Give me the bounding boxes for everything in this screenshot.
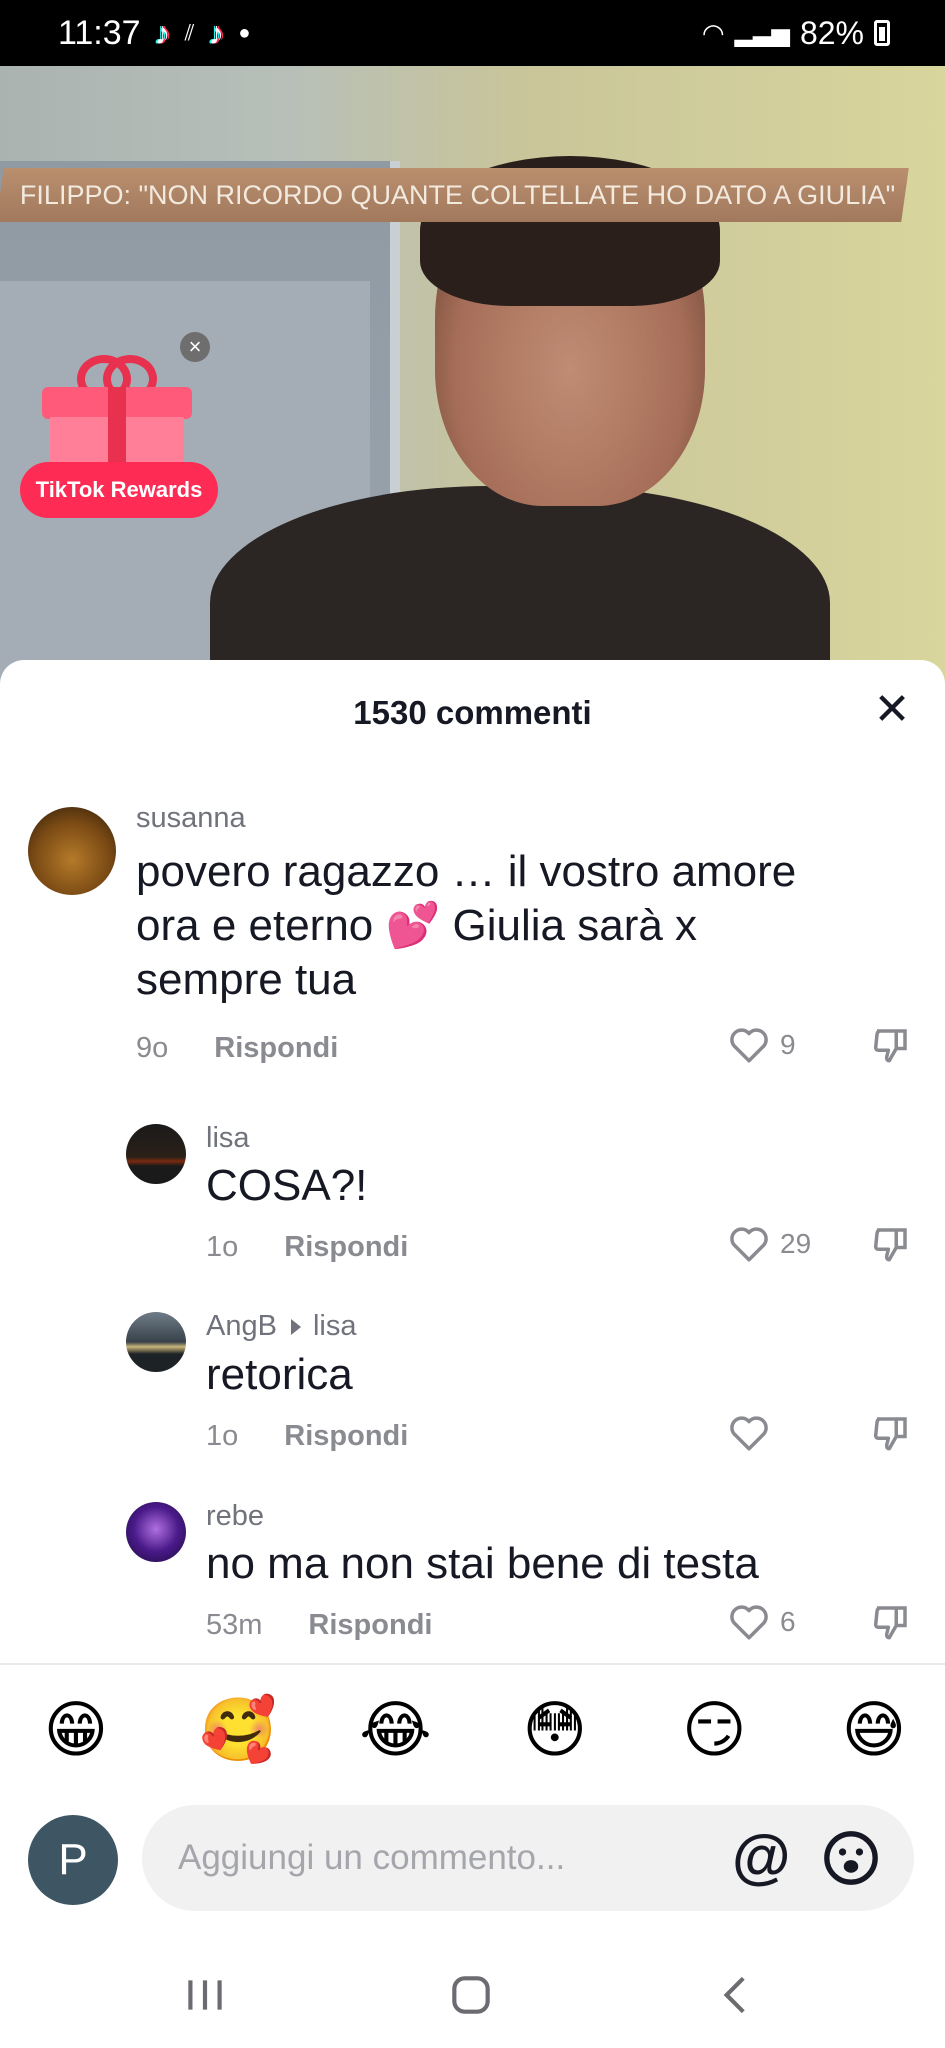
notification-dot-icon: ● xyxy=(238,21,251,44)
emoji-picker-icon[interactable] xyxy=(822,1829,880,1887)
comment-username[interactable]: susanna xyxy=(136,802,246,835)
battery-percent: 82% xyxy=(799,14,864,51)
comment-time: 1o xyxy=(206,1231,239,1263)
status-left: 11:37 ♪ ⫽ ♪ ● xyxy=(58,14,250,53)
recent-apps-icon[interactable] xyxy=(180,1970,230,2020)
comment-time: 1o xyxy=(206,1420,239,1452)
like-count: 29 xyxy=(780,1228,812,1259)
like-count: 9 xyxy=(780,1029,796,1060)
emoji-quick-bar: 😁 🥰 😂 😳 😏 😅 xyxy=(40,1695,910,1767)
emoji-flushed-button[interactable]: 😳 xyxy=(519,1695,591,1767)
system-nav-bar xyxy=(0,1930,945,2048)
signal-wave-icon: ⫽ xyxy=(184,20,195,45)
tiktok-icon: ♪ xyxy=(154,14,171,51)
tiktok-rewards-widget[interactable]: × TikTok Rewards xyxy=(20,330,220,530)
like-button[interactable]: 9 xyxy=(728,1025,796,1065)
comment-text-line: ora e eterno 💕 Giulia sarà x xyxy=(136,901,698,950)
rewards-label[interactable]: TikTok Rewards xyxy=(20,462,218,518)
dislike-icon[interactable] xyxy=(870,1412,912,1454)
heart-icon xyxy=(730,1227,768,1262)
close-comments-button[interactable]: ✕ xyxy=(872,688,912,732)
reply-button[interactable]: Rispondi xyxy=(214,1032,338,1065)
comment-meta: 1o Rispondi xyxy=(206,1231,408,1264)
avatar[interactable] xyxy=(126,1124,186,1184)
comments-count-title: 1530 commenti xyxy=(353,694,592,731)
battery-icon xyxy=(874,20,890,46)
comment-username-text[interactable]: AngB xyxy=(206,1310,277,1342)
avatar[interactable] xyxy=(28,807,116,895)
cell-signal-icon: ▂▃▅ xyxy=(734,19,790,47)
avatar[interactable] xyxy=(126,1502,186,1562)
like-button[interactable] xyxy=(728,1413,780,1453)
comment-meta: 1o Rispondi xyxy=(206,1420,408,1453)
comment-username[interactable]: rebe xyxy=(206,1500,264,1533)
video-person-body xyxy=(210,486,830,686)
comment-text: retorica xyxy=(206,1350,353,1399)
comment-time: 53m xyxy=(206,1609,263,1641)
comment-text: COSA?! xyxy=(206,1161,368,1210)
status-right: ◠ ▂▃▅ 82% xyxy=(702,15,890,52)
wifi-icon: ◠ xyxy=(701,17,725,48)
comment-text-line: sempre tua xyxy=(136,955,357,1004)
news-banner-text: FILIPPO: "NON RICORDO QUANTE COLTELLATE … xyxy=(20,179,896,210)
dislike-icon[interactable] xyxy=(870,1601,912,1643)
rewards-close-button[interactable]: × xyxy=(180,332,210,362)
tiktok-icon: ♪ xyxy=(208,14,225,51)
reply-button[interactable]: Rispondi xyxy=(284,1420,408,1453)
comment-time: 9o xyxy=(136,1032,169,1064)
back-icon[interactable] xyxy=(712,1970,762,2020)
avatar[interactable] xyxy=(126,1312,186,1372)
status-bar: 11:37 ♪ ⫽ ♪ ● ◠ ▂▃▅ 82% xyxy=(0,0,945,66)
comment-meta: 53m Rispondi xyxy=(206,1609,432,1642)
comment-composer[interactable]: @ xyxy=(142,1805,914,1911)
emoji-grin-button[interactable]: 😁 xyxy=(40,1695,112,1767)
clock: 11:37 xyxy=(58,13,141,52)
news-banner: FILIPPO: "NON RICORDO QUANTE COLTELLATE … xyxy=(0,168,909,222)
emoji-hearts-button[interactable]: 🥰 xyxy=(200,1695,277,1767)
emoji-laugh-button[interactable]: 😂 xyxy=(359,1695,431,1767)
mention-at-icon[interactable]: @ xyxy=(732,1827,791,1887)
composer-divider xyxy=(0,1663,945,1665)
emoji-smirk-button[interactable]: 😏 xyxy=(678,1695,750,1767)
home-icon[interactable] xyxy=(446,1970,496,2020)
heart-icon xyxy=(730,1416,768,1451)
emoji-sweat-smile-button[interactable]: 😅 xyxy=(838,1695,910,1767)
comment-meta: 9o Rispondi xyxy=(136,1032,338,1065)
reply-to-username[interactable]: lisa xyxy=(313,1310,357,1342)
comment-text-line: povero ragazzo … il vostro amore xyxy=(136,847,797,896)
like-button[interactable]: 29 xyxy=(728,1224,811,1264)
comments-sheet: 1530 commenti ✕ susanna povero ragazzo …… xyxy=(0,660,945,2048)
comment-username[interactable]: lisa xyxy=(206,1122,250,1155)
heart-icon xyxy=(730,1605,768,1640)
reply-arrow-icon xyxy=(290,1319,301,1336)
like-button[interactable]: 6 xyxy=(728,1602,796,1642)
comment-username: AngB lisa xyxy=(206,1310,356,1343)
reply-button[interactable]: Rispondi xyxy=(284,1231,408,1264)
comment-input[interactable] xyxy=(178,1838,698,1878)
comment-text: no ma non stai bene di testa xyxy=(206,1539,759,1588)
heart-icon xyxy=(730,1028,768,1063)
reply-button[interactable]: Rispondi xyxy=(308,1609,432,1642)
like-count: 6 xyxy=(780,1606,796,1637)
dislike-icon[interactable] xyxy=(870,1024,912,1066)
my-avatar[interactable]: P xyxy=(28,1815,118,1905)
dislike-icon[interactable] xyxy=(870,1223,912,1265)
